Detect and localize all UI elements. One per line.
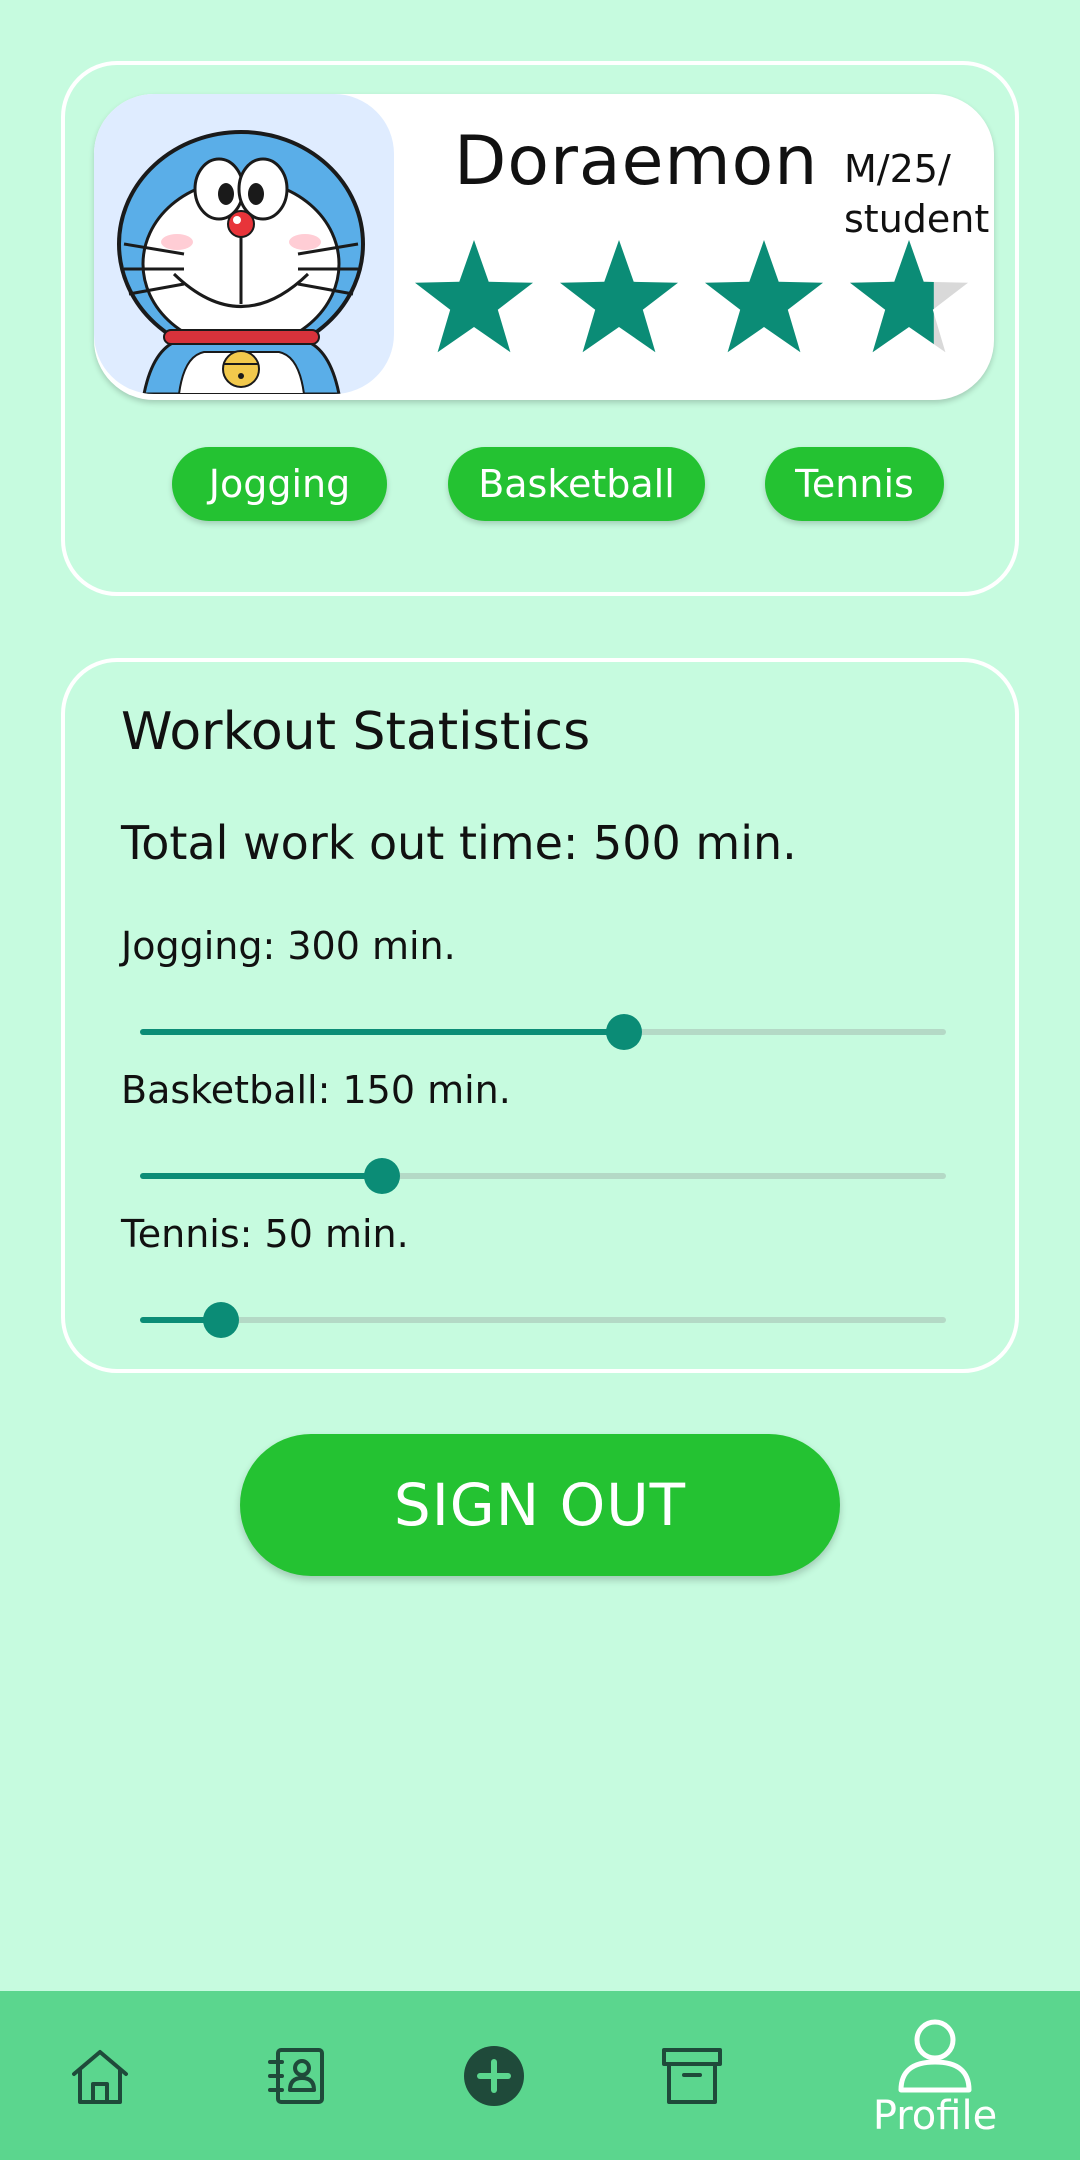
nav-home[interactable]: [40, 1991, 160, 2160]
slider-fill: [140, 1029, 624, 1035]
user-panel: Doraemon M/25/ student: [94, 94, 994, 400]
slider-tennis[interactable]: [140, 1300, 946, 1340]
stat-label-basketball: Basketball: 150 min.: [121, 1068, 511, 1112]
profile-card: Doraemon M/25/ student Jogging Basketbal…: [61, 61, 1019, 596]
slider-thumb[interactable]: [364, 1158, 400, 1194]
nav-add[interactable]: [434, 1991, 554, 2160]
stats-total: Total work out time: 500 min.: [121, 816, 797, 870]
contacts-icon: [268, 2047, 324, 2104]
user-name: Doraemon: [454, 122, 819, 201]
stats-title: Workout Statistics: [121, 702, 591, 762]
add-circle-icon: [464, 2045, 524, 2106]
nav-profile[interactable]: Profile: [860, 1991, 1010, 2160]
doraemon-avatar-icon: [117, 130, 365, 394]
nav-profile-label: Profile: [872, 2092, 998, 2139]
user-meta-line1: M/25/: [844, 147, 951, 191]
slider-thumb[interactable]: [606, 1014, 642, 1050]
bottom-nav: Profile: [0, 1991, 1080, 2160]
slider-basketball[interactable]: [140, 1156, 946, 1196]
star-filled-icon: [705, 240, 823, 353]
star-filled-icon: [415, 240, 533, 353]
slider-fill: [140, 1173, 382, 1179]
slider-thumb[interactable]: [203, 1302, 239, 1338]
rating-stars: [414, 234, 994, 364]
slider-track: [140, 1317, 946, 1323]
slider-jogging[interactable]: [140, 1012, 946, 1052]
star-rating-icon: [415, 240, 968, 353]
stat-label-tennis: Tennis: 50 min.: [121, 1212, 409, 1256]
tag-tennis[interactable]: Tennis: [765, 447, 944, 521]
nav-archive[interactable]: [632, 1991, 752, 2160]
stat-label-jogging: Jogging: 300 min.: [121, 924, 456, 968]
nav-contacts[interactable]: [238, 1991, 358, 2160]
star-filled-icon: [560, 240, 678, 353]
user-meta: M/25/ student: [844, 144, 994, 244]
profile-icon: [898, 2019, 972, 2092]
workout-stats-card: Workout Statistics Total work out time: …: [61, 658, 1019, 1373]
avatar[interactable]: [94, 94, 394, 394]
home-icon: [72, 2049, 128, 2104]
archive-icon: [662, 2047, 722, 2104]
tag-basketball[interactable]: Basketball: [448, 447, 705, 521]
tag-jogging[interactable]: Jogging: [172, 447, 387, 521]
sign-out-button[interactable]: SIGN OUT: [240, 1434, 840, 1576]
